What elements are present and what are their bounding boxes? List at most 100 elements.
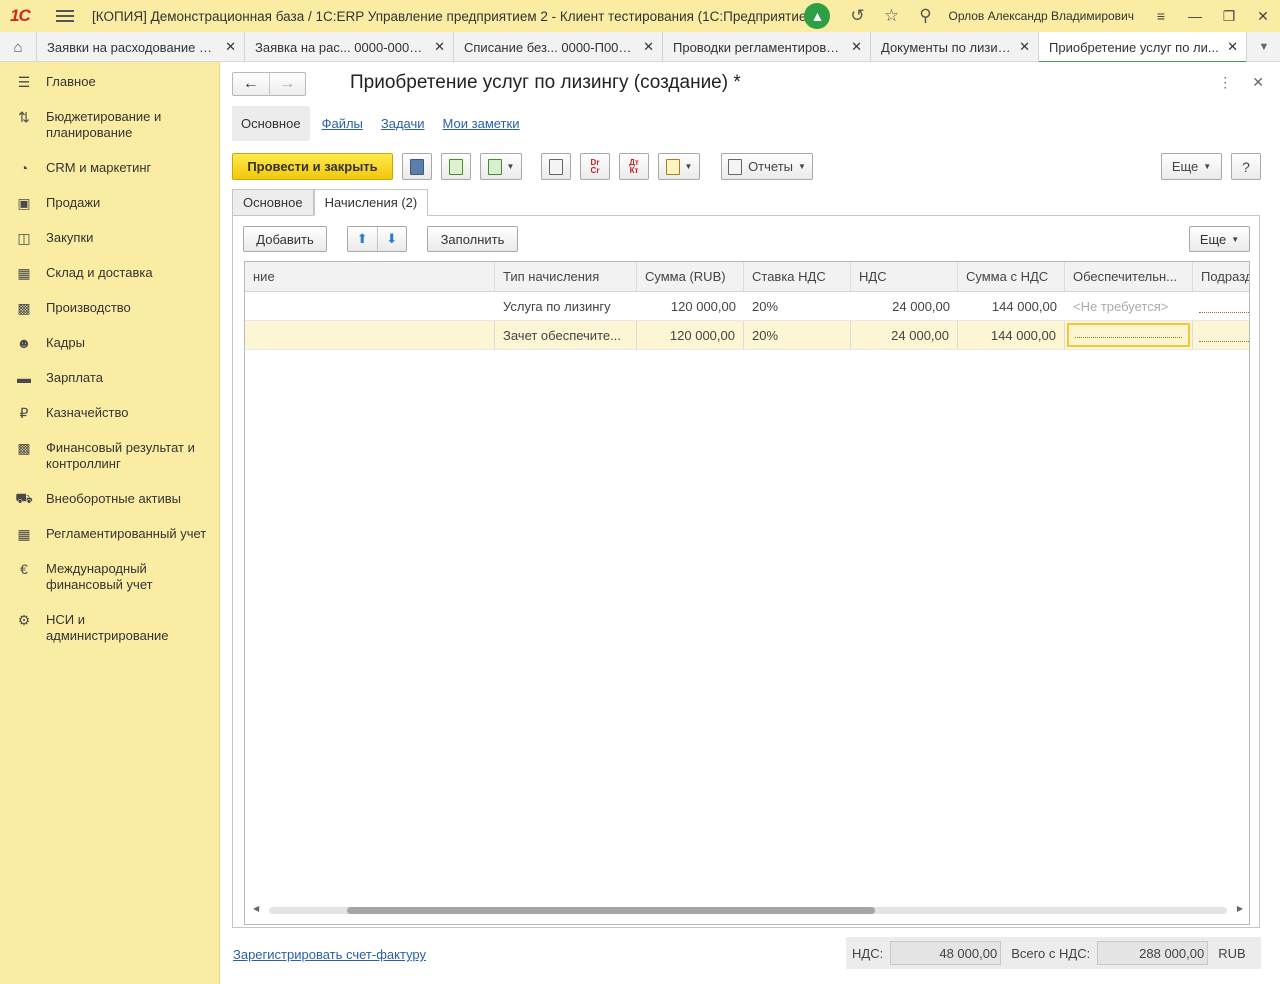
tab-postings[interactable]: Проводки регламентирова... ✕ bbox=[663, 32, 871, 62]
calculator-icon: ▦ bbox=[17, 525, 31, 542]
tab-leasing-docs[interactable]: Документы по лизингу ✕ bbox=[871, 32, 1039, 62]
favorites-star-icon[interactable]: ☆ bbox=[874, 0, 908, 32]
col-department[interactable]: Подразд bbox=[1193, 262, 1249, 291]
sidebar-item-regulated-accounting[interactable]: ▦ Регламентированный учет bbox=[0, 526, 220, 542]
sidebar-item-financial-result[interactable]: ▩ Финансовый результат и контроллинг bbox=[0, 440, 220, 472]
cell-vat-rate[interactable]: 20% bbox=[744, 292, 851, 320]
cell-name[interactable] bbox=[245, 292, 495, 320]
tab-notes[interactable]: Мои заметки bbox=[443, 116, 520, 131]
main-menu-icon[interactable] bbox=[56, 10, 74, 22]
help-button[interactable]: ? bbox=[1231, 153, 1261, 180]
scroll-right-icon[interactable]: ▶ bbox=[1237, 904, 1243, 913]
sidebar-item-fixed-assets[interactable]: ⛟ Внеоборотные активы bbox=[0, 490, 220, 507]
col-vat-rate[interactable]: Ставка НДС bbox=[744, 262, 851, 291]
history-icon[interactable]: ↺ bbox=[840, 0, 874, 32]
dt-kt-button[interactable]: Дт Кт bbox=[619, 153, 649, 180]
cell-vat-rate[interactable]: 20% bbox=[744, 321, 851, 349]
tab-tasks[interactable]: Задачи bbox=[381, 116, 425, 131]
minimize-icon[interactable]: — bbox=[1178, 0, 1212, 32]
cell-security-editing[interactable] bbox=[1065, 321, 1193, 349]
fill-button[interactable]: Заполнить bbox=[427, 226, 518, 252]
col-vat[interactable]: НДС bbox=[851, 262, 958, 291]
close-window-icon[interactable]: ✕ bbox=[1246, 0, 1280, 32]
add-button[interactable]: Добавить bbox=[243, 226, 327, 252]
move-down-icon[interactable]: ⬇ bbox=[376, 227, 407, 251]
tab-files[interactable]: Файлы bbox=[322, 116, 363, 131]
home-icon[interactable]: ⌂ bbox=[0, 32, 37, 62]
cell-department[interactable] bbox=[1193, 321, 1249, 349]
cell-charge-type[interactable]: Зачет обеспечите... bbox=[495, 321, 637, 349]
horizontal-scrollbar[interactable]: ◀ ▶ bbox=[253, 903, 1243, 917]
close-tab-icon[interactable]: ✕ bbox=[1019, 39, 1030, 55]
cell-sum[interactable]: 120 000,00 bbox=[637, 321, 744, 349]
cell-sum[interactable]: 120 000,00 bbox=[637, 292, 744, 320]
active-cell-editor[interactable] bbox=[1067, 323, 1190, 347]
back-arrow-icon[interactable]: ← bbox=[233, 73, 269, 95]
sidebar-item-budgeting[interactable]: ⇅ Бюджетирование и планирование bbox=[0, 109, 220, 141]
dr-cr-button[interactable]: Dr Cr bbox=[580, 153, 610, 180]
cell-department[interactable] bbox=[1193, 292, 1249, 320]
sidebar-item-treasury[interactable]: ₽ Казначейство bbox=[0, 405, 220, 421]
sidebar-item-hr[interactable]: ☻ Кадры bbox=[0, 335, 220, 351]
tab-writeoff[interactable]: Списание без... 0000-П00008 ✕ bbox=[454, 32, 663, 62]
cell-vat[interactable]: 24 000,00 bbox=[851, 292, 958, 320]
col-sum[interactable]: Сумма (RUB) bbox=[637, 262, 744, 291]
sidebar-item-admin[interactable]: ⚙ НСИ и администрирование bbox=[0, 612, 220, 644]
tab-request-9[interactable]: Заявка на рас... 0000-000009 ✕ bbox=[245, 32, 454, 62]
forward-arrow-icon[interactable]: → bbox=[268, 73, 306, 95]
structure-button[interactable] bbox=[541, 153, 571, 180]
sidebar-item-main[interactable]: ☰ Главное bbox=[0, 74, 220, 90]
tab-requests[interactable]: Заявки на расходование д... ✕ bbox=[37, 32, 245, 62]
sidebar-item-production[interactable]: ▩ Производство bbox=[0, 300, 220, 316]
table-row-selected[interactable]: Зачет обеспечите... 120 000,00 20% 24 00… bbox=[245, 321, 1249, 350]
tab-main[interactable]: Основное bbox=[232, 105, 310, 141]
col-charge-type[interactable]: Тип начисления bbox=[495, 262, 637, 291]
notifications-bell-icon[interactable]: ▲ bbox=[804, 3, 831, 29]
close-tab-icon[interactable]: ✕ bbox=[225, 39, 236, 55]
tabs-list-chevron-icon[interactable]: ▼ bbox=[1248, 32, 1280, 62]
close-tab-icon[interactable]: ✕ bbox=[851, 39, 862, 55]
sidebar-item-sales[interactable]: ▣ Продажи bbox=[0, 195, 220, 211]
cell-vat[interactable]: 24 000,00 bbox=[851, 321, 958, 349]
sidebar-item-salary[interactable]: ▬ Зарплата bbox=[0, 370, 220, 386]
current-user[interactable]: Орлов Александр Владимирович bbox=[948, 9, 1134, 23]
close-tab-icon[interactable]: ✕ bbox=[434, 39, 445, 55]
sidebar-item-ifrs[interactable]: € Международный финансовый учет bbox=[0, 561, 220, 593]
restore-icon[interactable]: ❐ bbox=[1212, 0, 1246, 32]
sidebar-item-purchases[interactable]: ◫ Закупки bbox=[0, 230, 220, 246]
cell-sum-with-vat[interactable]: 144 000,00 bbox=[958, 321, 1065, 349]
print-button[interactable]: ▼ bbox=[658, 153, 700, 180]
sidebar-item-crm[interactable]: ◔ CRM и маркетинг bbox=[0, 160, 220, 176]
close-tab-icon[interactable]: ✕ bbox=[1227, 39, 1238, 55]
register-invoice-link[interactable]: Зарегистрировать счет-фактуру bbox=[233, 947, 426, 962]
col-security[interactable]: Обеспечительн... bbox=[1065, 262, 1193, 291]
more-button[interactable]: Еще ▼ bbox=[1161, 153, 1222, 180]
table-row[interactable]: Услуга по лизингу 120 000,00 20% 24 000,… bbox=[245, 292, 1249, 321]
reports-button[interactable]: Отчеты ▼ bbox=[721, 153, 813, 180]
search-icon[interactable]: ⚲ bbox=[908, 0, 942, 32]
settings-menu-icon[interactable]: ≡ bbox=[1144, 0, 1178, 32]
move-up-icon[interactable]: ⬆ bbox=[348, 231, 377, 247]
close-tab-icon[interactable]: ✕ bbox=[643, 39, 654, 55]
form-tab-charges[interactable]: Начисления (2) bbox=[313, 189, 429, 216]
totals-bar: НДС: 48 000,00 Всего с НДС: 288 000,00 R… bbox=[846, 937, 1261, 969]
create-based-on-button[interactable]: ▼ bbox=[480, 153, 522, 180]
col-sum-with-vat[interactable]: Сумма с НДС bbox=[958, 262, 1065, 291]
col-name[interactable]: ние bbox=[245, 262, 495, 291]
cell-security[interactable]: <Не требуется> bbox=[1065, 292, 1193, 320]
post-button[interactable] bbox=[441, 153, 471, 180]
sidebar-item-warehouse[interactable]: ▦ Склад и доставка bbox=[0, 265, 220, 281]
close-form-icon[interactable]: ✕ bbox=[1252, 74, 1264, 91]
cell-sum-with-vat[interactable]: 144 000,00 bbox=[958, 292, 1065, 320]
form-tab-main[interactable]: Основное bbox=[232, 189, 314, 216]
tab-leasing-services[interactable]: Приобретение услуг по ли... ✕ bbox=[1039, 32, 1247, 63]
cell-charge-type[interactable]: Услуга по лизингу bbox=[495, 292, 637, 320]
scrollbar-thumb[interactable] bbox=[347, 907, 875, 914]
cell-name[interactable] bbox=[245, 321, 495, 349]
more-actions-icon[interactable]: ⋮ bbox=[1218, 74, 1232, 91]
table-more-button[interactable]: Еще ▼ bbox=[1189, 226, 1250, 252]
gear-icon: ⚙ bbox=[17, 611, 31, 628]
post-and-close-button[interactable]: Провести и закрыть bbox=[232, 153, 393, 180]
save-button[interactable] bbox=[402, 153, 432, 180]
scroll-left-icon[interactable]: ◀ bbox=[253, 904, 259, 913]
